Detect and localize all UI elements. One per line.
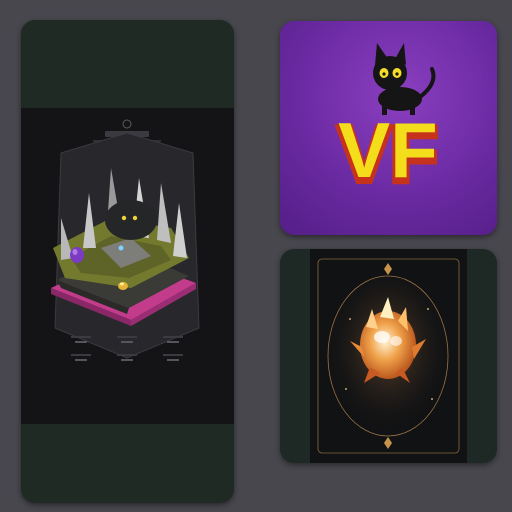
land-artwork	[51, 119, 200, 361]
sparkle	[427, 308, 429, 310]
sparkle	[431, 398, 433, 400]
egg-artwork-panel	[310, 249, 467, 463]
frame-bottom-ornament	[384, 437, 392, 449]
black-cat-icon	[373, 43, 436, 115]
land-artwork-panel	[21, 108, 234, 424]
vf-letters: VF VF	[335, 106, 441, 201]
egg-artwork	[317, 258, 460, 454]
golden-egg-icon	[118, 282, 128, 290]
vf-logo: VF VF	[335, 43, 441, 201]
emblem-icon	[122, 119, 132, 129]
vf-logo-text: VF	[338, 106, 438, 194]
egg-card[interactable]	[280, 249, 497, 463]
sparkle	[349, 318, 351, 320]
sparkle	[345, 388, 347, 390]
purple-egg-icon	[70, 247, 84, 263]
vf-logo-card[interactable]: VF VF	[280, 21, 497, 235]
land-card[interactable]	[21, 20, 234, 503]
frame-top-ornament	[384, 263, 392, 275]
